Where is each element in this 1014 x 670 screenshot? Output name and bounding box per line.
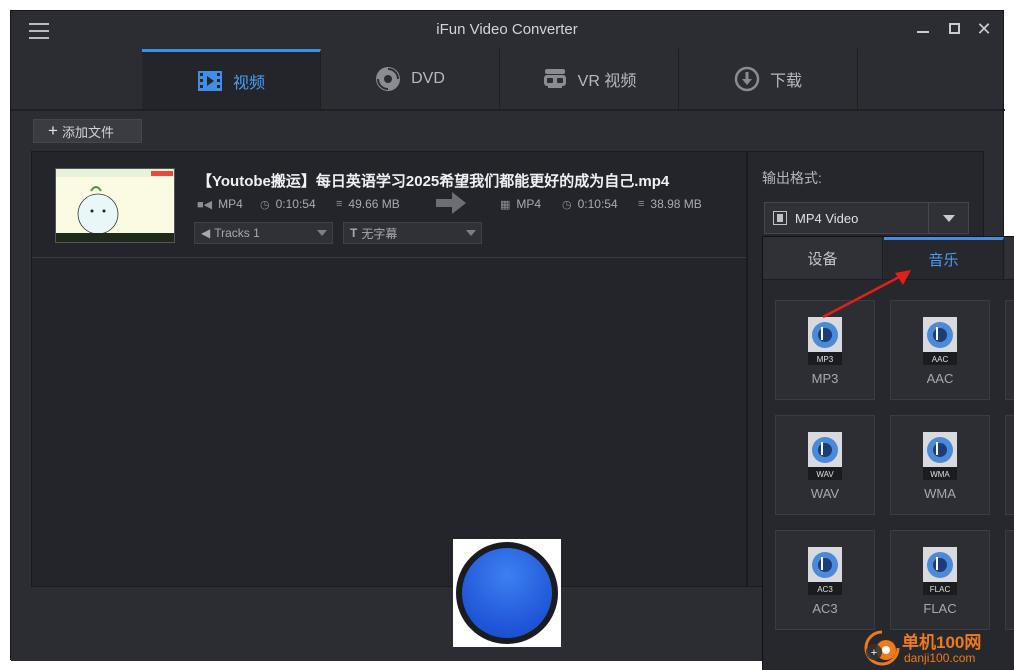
aac-badge: AAC <box>932 355 949 364</box>
tab-divider <box>11 109 1005 111</box>
format-name: WAV <box>810 486 840 501</box>
tab-download-label: 下载 <box>769 73 802 90</box>
output-format-label: 输出格式: <box>762 170 822 186</box>
watermark: + 单机100网 danji100.com <box>862 626 1014 670</box>
format-grid: MP3 MP3 AAC AAC WAV WAV WMA WMA AC3 AC3 … <box>763 279 1014 670</box>
audio-file-icon: WAV <box>808 432 842 480</box>
format-tile-wma[interactable]: WMA WMA <box>890 415 990 515</box>
video-icon <box>197 68 223 94</box>
format-tile-flac[interactable]: FLAC FLAC <box>890 530 990 630</box>
tab-dvd[interactable]: DVD <box>321 49 500 109</box>
text-icon: T <box>350 226 358 240</box>
chevron-down-icon[interactable] <box>928 203 968 233</box>
svg-text:+: + <box>871 647 877 659</box>
minimize-button[interactable] <box>913 19 933 39</box>
target-format: ▦ MP4 <box>500 197 541 211</box>
watermark-site-name: 单机100网 <box>902 633 982 652</box>
source-size: ≡ 49.66 MB <box>336 197 400 211</box>
output-format-select[interactable]: MP4 Video <box>764 202 969 234</box>
video-thumbnail[interactable] <box>55 168 175 243</box>
watermark-domain: danji100.com <box>904 651 976 665</box>
subtitle-select[interactable]: T 无字幕 <box>343 222 482 244</box>
film-icon <box>773 211 787 225</box>
target-size: ≡ 38.98 MB <box>638 197 702 211</box>
source-format-value: MP4 <box>218 197 243 211</box>
convert-arrow-icon <box>436 192 466 214</box>
format-tile-partial[interactable] <box>1005 415 1014 515</box>
format-tile-partial[interactable] <box>1005 530 1014 630</box>
format-tile-partial[interactable] <box>1005 300 1014 400</box>
app-title: iFun Video Converter <box>436 21 578 38</box>
film-icon: ▦ <box>500 198 511 211</box>
file-list-panel: 【Youtobe搬运】每日英语学习2025希望我们都能更好的成为自己.mp4 ■… <box>31 151 747 587</box>
database-icon: ≡ <box>638 198 645 210</box>
source-duration: ◷ 0:10:54 <box>260 197 316 211</box>
format-name: FLAC <box>923 601 957 616</box>
tab-dvd-label: DVD <box>411 70 445 87</box>
audio-file-icon: WMA <box>923 432 957 480</box>
format-name: AC3 <box>812 601 838 616</box>
wav-badge: WAV <box>816 470 834 479</box>
database-icon: ≡ <box>336 198 343 210</box>
watermark-logo-icon: + <box>864 630 900 666</box>
tab-video[interactable]: 视频 <box>142 49 321 109</box>
maximize-button[interactable] <box>944 19 964 39</box>
tab-download[interactable]: 下载 <box>679 49 858 109</box>
disc-icon <box>375 66 401 92</box>
subtitle-value: 无字幕 <box>361 226 398 241</box>
target-format-value: MP4 <box>516 197 542 211</box>
popup-tab-overflow <box>1005 237 1014 279</box>
format-name: WMA <box>924 486 956 501</box>
wma-badge: WMA <box>930 470 950 479</box>
speaker-icon: ◀ <box>201 226 211 240</box>
annotation-arrow <box>822 270 911 319</box>
source-size-value: 49.66 MB <box>348 197 400 211</box>
clock-icon: ◷ <box>260 198 270 211</box>
file-name: 【Youtobe搬运】每日英语学习2025希望我们都能更好的成为自己.mp4 <box>197 173 670 190</box>
floating-record-button[interactable] <box>453 539 561 647</box>
chevron-down-icon <box>466 230 476 236</box>
add-file-button[interactable]: + 添加文件 <box>33 119 142 143</box>
tab-vr-video[interactable]: VR 视频 <box>500 49 679 109</box>
audio-file-icon: AAC <box>923 317 957 365</box>
chevron-down-icon <box>317 230 327 236</box>
audio-file-icon: FLAC <box>923 547 957 595</box>
file-row[interactable]: 【Youtobe搬运】每日英语学习2025希望我们都能更好的成为自己.mp4 ■… <box>32 152 746 258</box>
source-format: ■◀ MP4 <box>197 197 243 211</box>
add-file-label: 添加文件 <box>61 124 114 140</box>
audio-track-value: Tracks 1 <box>214 226 260 240</box>
format-name: AAC <box>926 371 954 386</box>
main-tabs: 视频 DVD VR 视频 下载 <box>142 49 858 109</box>
tab-video-label: 视频 <box>232 74 265 92</box>
audio-track-select[interactable]: ◀ Tracks 1 <box>194 222 333 244</box>
format-tile-ac3[interactable]: AC3 AC3 <box>775 530 875 630</box>
target-duration: ◷ 0:10:54 <box>562 197 618 211</box>
close-button[interactable]: ✕ <box>974 19 994 39</box>
source-duration-value: 0:10:54 <box>275 197 316 211</box>
plus-icon: + <box>48 121 58 140</box>
output-format-value: MP4 Video <box>795 210 859 226</box>
tab-vr-video-label: VR 视频 <box>577 73 637 90</box>
ac3-badge: AC3 <box>817 585 833 594</box>
title-bar: iFun Video Converter ✕ <box>11 11 1003 49</box>
video-camera-icon: ■◀ <box>197 198 213 211</box>
audio-file-icon: AC3 <box>808 547 842 595</box>
format-name: MP3 <box>811 371 839 386</box>
clock-icon: ◷ <box>562 198 572 211</box>
target-duration-value: 0:10:54 <box>577 197 618 211</box>
vr-headset-icon <box>542 66 568 92</box>
mp3-badge: MP3 <box>817 355 834 364</box>
download-icon <box>734 66 760 92</box>
target-size-value: 38.98 MB <box>650 197 702 211</box>
format-tile-wav[interactable]: WAV WAV <box>775 415 875 515</box>
flac-badge: FLAC <box>930 585 951 594</box>
record-button-core <box>462 548 552 638</box>
